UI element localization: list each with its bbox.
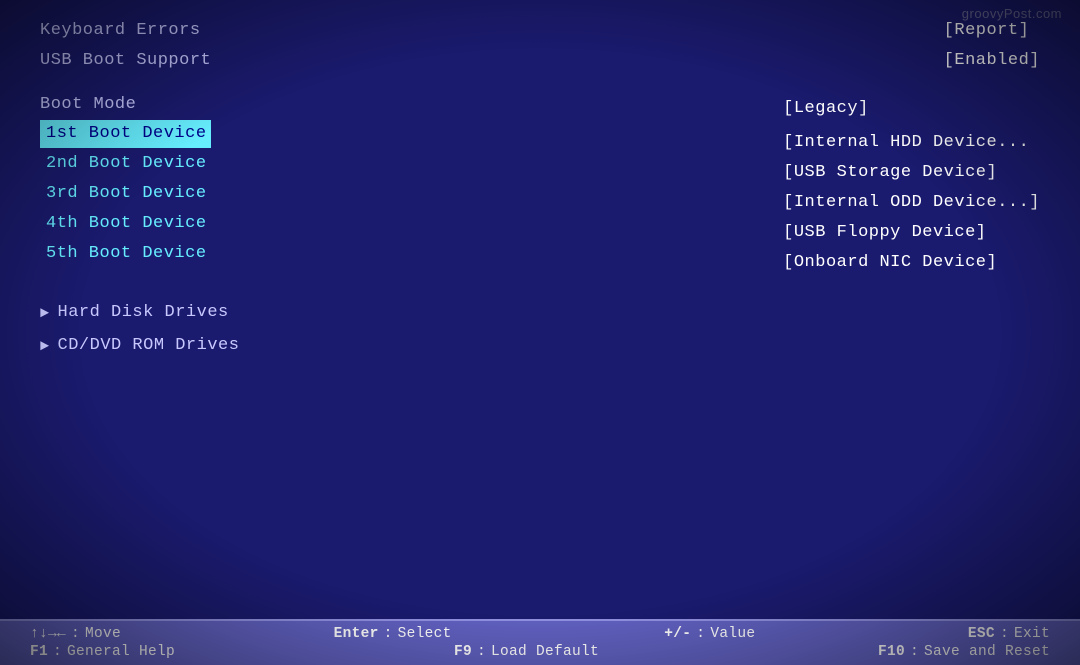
top-right: [Report] [Enabled] xyxy=(944,18,1040,73)
hint-f1-key: F1 xyxy=(30,644,48,660)
boot-device-4th[interactable]: 4th Boot Device xyxy=(40,210,211,238)
hint-enter: Enter : Select xyxy=(334,626,452,642)
hint-move: ↑↓→← : Move xyxy=(30,626,121,642)
hard-disk-arrow-icon: ► xyxy=(40,301,50,327)
hint-esc-desc: Exit xyxy=(1014,626,1050,642)
drives-section: ► Hard Disk Drives ► CD/DVD ROM Drives xyxy=(40,299,1040,361)
boot-value-1st: [Internal HDD Device... xyxy=(783,129,1040,157)
cdvd-rom-drives-label: CD/DVD ROM Drives xyxy=(58,332,240,361)
bios-screen: groovyPost.com Keyboard Errors USB Boot … xyxy=(0,0,1080,665)
boot-left: Boot Mode 1st Boot Device 2nd Boot Devic… xyxy=(40,95,211,277)
boot-device-2nd[interactable]: 2nd Boot Device xyxy=(40,150,211,178)
hard-disk-drives-label: Hard Disk Drives xyxy=(58,299,229,328)
hint-value-desc: Value xyxy=(710,626,755,642)
boot-value-5th: [Onboard NIC Device] xyxy=(783,249,1040,277)
top-section: Keyboard Errors USB Boot Support [Report… xyxy=(40,18,1040,73)
bottom-bar: ↑↓→← : Move Enter : Select +/- : Value E… xyxy=(0,619,1080,665)
hint-f9: F9 : Load Default xyxy=(454,644,599,660)
hint-f10-desc: Save and Reset xyxy=(924,644,1050,660)
boot-value-3rd: [Internal ODD Device...] xyxy=(783,189,1040,217)
boot-value-4th: [USB Floppy Device] xyxy=(783,219,1040,247)
boot-value-2nd: [USB Storage Device] xyxy=(783,159,1040,187)
hint-value-key: +/- xyxy=(664,626,691,642)
top-left: Keyboard Errors USB Boot Support xyxy=(40,18,211,73)
hint-enter-key: Enter xyxy=(334,626,379,642)
boot-right: [Legacy] [Internal HDD Device... [USB St… xyxy=(783,95,1040,277)
boot-device-5th[interactable]: 5th Boot Device xyxy=(40,240,211,268)
keyboard-errors-label: Keyboard Errors xyxy=(40,18,211,44)
hint-f10-key: F10 xyxy=(878,644,905,660)
hint-f1-sep: : xyxy=(53,644,62,660)
keyboard-errors-value: [Report] xyxy=(944,18,1040,44)
hint-f9-desc: Load Default xyxy=(491,644,599,660)
hint-f10-sep: : xyxy=(910,644,919,660)
hard-disk-drives-item[interactable]: ► Hard Disk Drives xyxy=(40,299,1040,328)
hint-value: +/- : Value xyxy=(664,626,755,642)
hint-esc-key: ESC xyxy=(968,626,995,642)
usb-boot-support-value: [Enabled] xyxy=(944,48,1040,74)
cdvd-arrow-icon: ► xyxy=(40,334,50,360)
hint-row-1: ↑↓→← : Move Enter : Select +/- : Value E… xyxy=(30,626,1050,642)
main-content: groovyPost.com Keyboard Errors USB Boot … xyxy=(0,0,1080,619)
hint-enter-sep: : xyxy=(384,626,393,642)
hint-row-2: F1 : General Help F9 : Load Default F10 … xyxy=(30,644,1050,660)
boot-section: Boot Mode 1st Boot Device 2nd Boot Devic… xyxy=(40,95,1040,277)
watermark: groovyPost.com xyxy=(962,6,1062,21)
hint-esc: ESC : Exit xyxy=(968,626,1050,642)
hint-esc-sep: : xyxy=(1000,626,1009,642)
boot-mode-value: [Legacy] xyxy=(783,95,1040,123)
hint-value-sep: : xyxy=(696,626,705,642)
hint-f10: F10 : Save and Reset xyxy=(878,644,1050,660)
hint-f9-sep: : xyxy=(477,644,486,660)
hint-move-sep: : xyxy=(71,626,80,642)
hint-enter-desc: Select xyxy=(398,626,452,642)
hint-move-key: ↑↓→← xyxy=(30,626,66,642)
cdvd-rom-drives-item[interactable]: ► CD/DVD ROM Drives xyxy=(40,332,1040,361)
hint-f9-key: F9 xyxy=(454,644,472,660)
boot-device-3rd[interactable]: 3rd Boot Device xyxy=(40,180,211,208)
boot-device-1st[interactable]: 1st Boot Device xyxy=(40,120,211,148)
boot-mode-label: Boot Mode xyxy=(40,95,211,114)
hint-f1-desc: General Help xyxy=(67,644,175,660)
usb-boot-support-label: USB Boot Support xyxy=(40,48,211,74)
hint-move-desc: Move xyxy=(85,626,121,642)
hint-f1: F1 : General Help xyxy=(30,644,175,660)
